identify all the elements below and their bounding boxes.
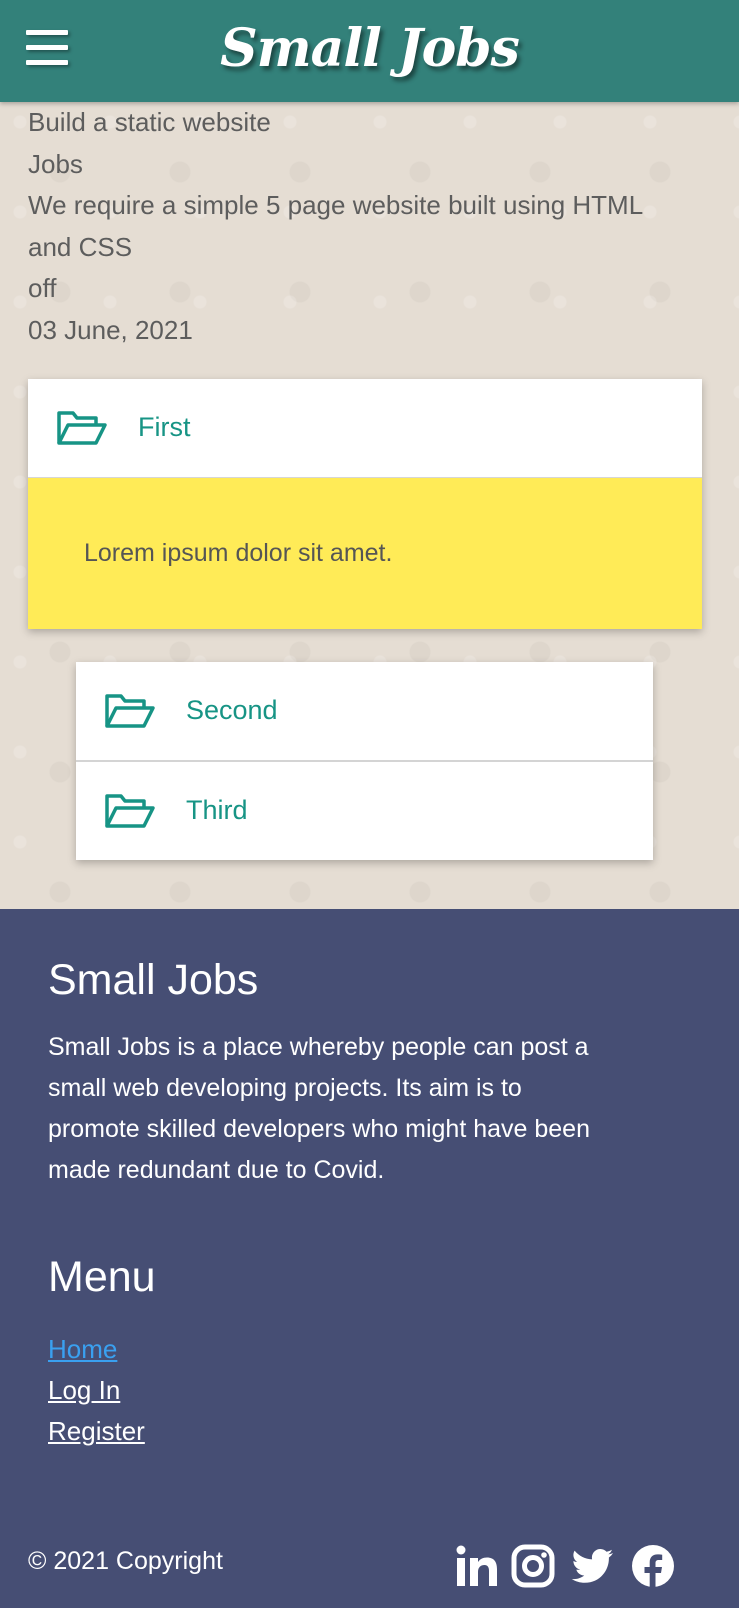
job-status: off [28,273,57,303]
twitter-icon[interactable] [570,1544,614,1588]
folder-open-icon [105,794,155,828]
accordion-header-second[interactable]: Second [76,662,653,760]
accordion-label: First [138,412,191,442]
accordion-group: Second Third [76,662,653,860]
accordion-header-first[interactable]: First [28,379,702,477]
about-line: Small Jobs is a place whereby people can… [48,1033,589,1061]
folder-open-icon [105,694,155,728]
job-date: 03 June, 2021 [28,314,193,345]
footer-menu: Home Log In Register [48,1329,145,1452]
site-title[interactable]: Small Jobs [0,14,739,84]
folder-open-icon [57,411,107,445]
footer-menu-title: Menu [48,1253,156,1301]
copyright-text: © 2021 Copyright [28,1547,223,1575]
footer-link-register[interactable]: Register [48,1411,145,1452]
site-footer: Small Jobs Small Jobs is a place whereby… [0,909,739,1608]
about-line: made redundant due to Covid. [48,1156,385,1184]
accordion-header-third[interactable]: Third [76,762,653,860]
job-description-line: and CSS [28,231,133,262]
accordion-label: Third [186,795,248,825]
accordion-panel-first: First Lorem ipsum dolor sit amet. [28,379,702,629]
accordion-body-first: Lorem ipsum dolor sit amet. [28,477,702,629]
top-app-bar: Small Jobs [0,0,739,102]
accordion-label: Second [186,695,278,725]
job-description-line: We require a simple 5 page website built… [28,190,644,220]
linkedin-icon[interactable] [455,1544,499,1588]
main-content: Build a static website Jobs We require a… [0,102,739,909]
footer-about-title: Small Jobs [48,956,259,1004]
accordion-body-text: Lorem ipsum dolor sit amet. [84,539,393,567]
footer-link-login[interactable]: Log In [48,1370,145,1411]
instagram-icon[interactable] [511,1544,555,1588]
job-title: Build a static website [28,107,271,137]
job-details: Build a static website Jobs We require a… [28,102,718,351]
job-category: Jobs [28,148,83,179]
footer-link-home[interactable]: Home [48,1329,145,1370]
about-line: small web developing projects. Its aim i… [48,1074,522,1102]
footer-about-text: Small Jobs is a place whereby people can… [48,1027,688,1191]
facebook-icon[interactable] [631,1544,675,1588]
about-line: promote skilled developers who might hav… [48,1115,590,1143]
